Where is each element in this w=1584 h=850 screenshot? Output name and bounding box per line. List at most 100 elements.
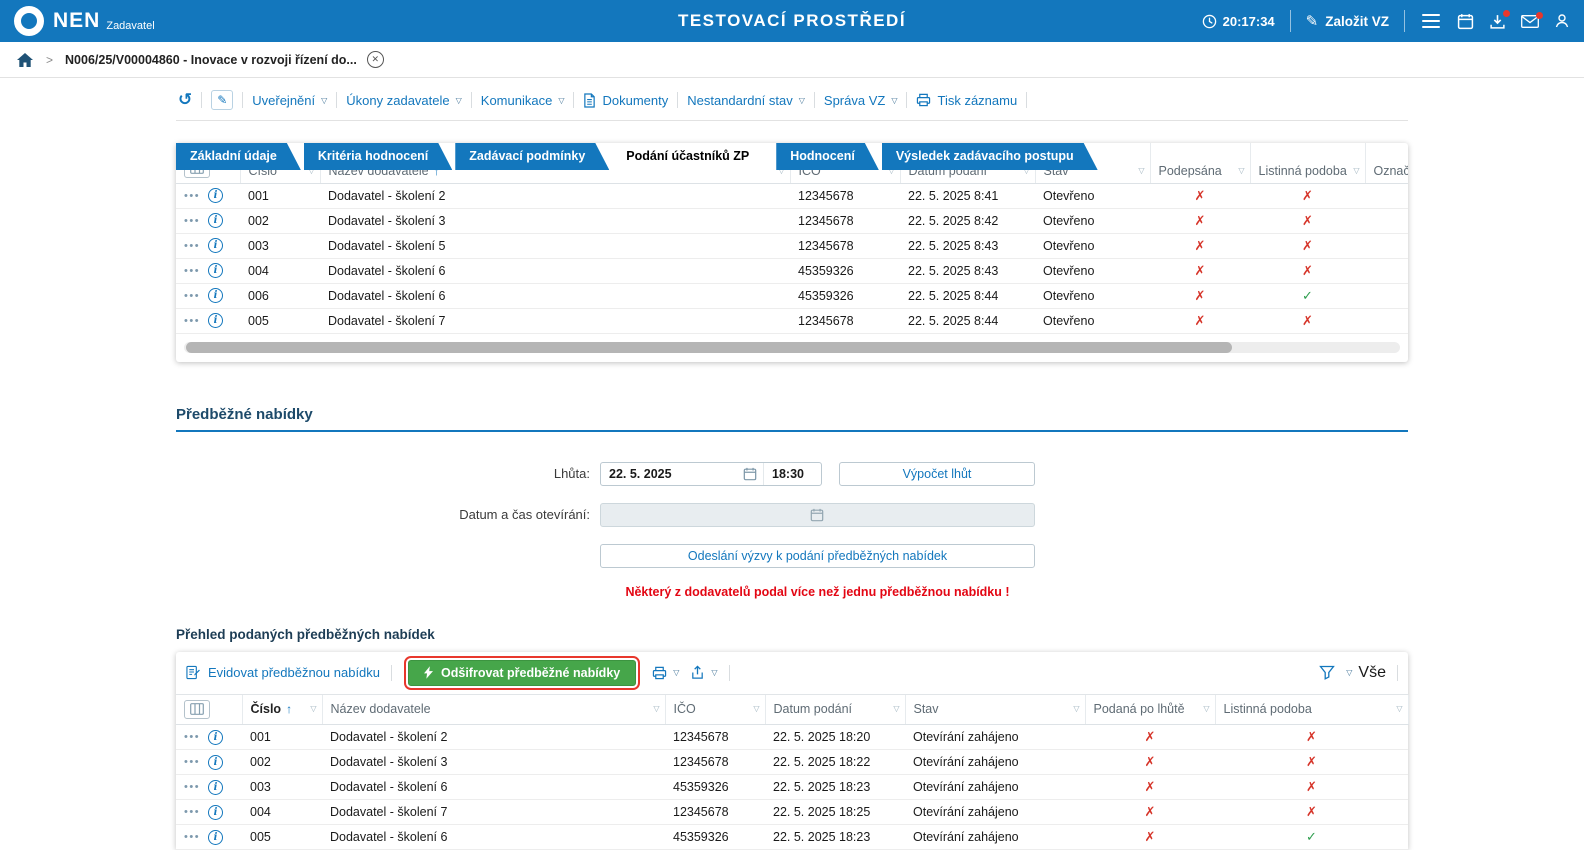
record-tab[interactable]: N006/25/V00004860 - Inovace v rozvoji ří… <box>65 51 384 68</box>
tab-kriteria-hodnoceni[interactable]: Kritéria hodnocení <box>304 143 452 170</box>
row-info-button[interactable]: i <box>208 263 223 278</box>
row-info-button[interactable]: i <box>208 755 223 770</box>
cell-podana-po-lhute: ✗ <box>1085 725 1215 750</box>
row-info-button[interactable]: i <box>208 730 223 745</box>
cell-datum: 22. 5. 2025 18:23 <box>765 825 905 850</box>
row-info-button[interactable]: i <box>208 188 223 203</box>
tab-hodnoceni[interactable]: Hodnocení <box>776 143 879 170</box>
row-menu-button[interactable]: ••• <box>184 832 200 842</box>
filter-caret-icon[interactable]: ▽ <box>1396 704 1402 713</box>
tab-zadavaci-podminky[interactable]: Zadávací podmínky <box>455 143 609 170</box>
row-menu-button[interactable]: ••• <box>184 757 200 767</box>
col-ico[interactable]: IČO▽ <box>665 695 765 725</box>
messages-button[interactable] <box>1521 15 1539 28</box>
calendar-icon <box>1457 13 1474 30</box>
cell-ico: 45359326 <box>665 825 765 850</box>
downloads-button[interactable] <box>1489 13 1506 30</box>
filter-caret-icon[interactable]: ▽ <box>1073 704 1079 713</box>
vypocet-lhut-button[interactable]: Výpočet lhůt <box>839 462 1035 486</box>
calendar-icon[interactable] <box>743 467 757 481</box>
filter-caret-icon[interactable]: ▽ <box>753 704 759 713</box>
horizontal-scrollbar[interactable] <box>184 342 1400 353</box>
cell-datum: 22. 5. 2025 8:41 <box>900 183 1035 208</box>
row-menu-button[interactable]: ••• <box>184 216 200 226</box>
menu-komunikace[interactable]: Komunikace▽ <box>481 93 565 108</box>
filter-caret-icon[interactable]: ▽ <box>310 704 316 713</box>
row-info-button[interactable]: i <box>208 213 223 228</box>
brand[interactable]: NEN Zadavatel <box>14 6 155 36</box>
row-info-button[interactable]: i <box>208 288 223 303</box>
cell-cislo: 005 <box>240 308 320 333</box>
filter-caret-icon[interactable]: ▽ <box>893 704 899 713</box>
row-menu-button[interactable]: ••• <box>184 291 200 301</box>
menu-ukony-zadavatele[interactable]: Úkony zadavatele▽ <box>346 93 462 108</box>
lightning-icon <box>424 666 433 679</box>
cell-cislo: 004 <box>242 800 322 825</box>
person-icon <box>1554 13 1570 29</box>
col-datum[interactable]: Datum podání▽ <box>765 695 905 725</box>
filter-caret-icon[interactable]: ▽ <box>653 704 659 713</box>
row-info-button[interactable]: i <box>208 313 223 328</box>
column-settings-button[interactable] <box>184 700 210 719</box>
home-icon <box>16 52 34 68</box>
oteviani-label: Datum a čas otevírání: <box>176 507 600 522</box>
filter-caret-icon[interactable]: ▽ <box>1203 704 1209 713</box>
lhuta-datetime-input[interactable]: 22. 5. 2025 18:30 <box>600 462 822 486</box>
col-cislo[interactable]: Číslo↑▽ <box>242 695 322 725</box>
col-podana-po-lhute[interactable]: Podaná po lhůtě▽ <box>1085 695 1215 725</box>
create-vz-button[interactable]: ✎ Založit VZ <box>1306 12 1389 30</box>
profile-button[interactable] <box>1554 13 1570 29</box>
cell-ico: 12345678 <box>790 233 900 258</box>
row-menu-button[interactable]: ••• <box>184 191 200 201</box>
row-menu-button[interactable]: ••• <box>184 732 200 742</box>
col-stav[interactable]: Stav▽ <box>905 695 1085 725</box>
cell-listinna: ✗ <box>1250 233 1365 258</box>
calendar-button[interactable] <box>1457 13 1474 30</box>
row-menu-button[interactable]: ••• <box>184 807 200 817</box>
col-listinna[interactable]: Listinná podoba▽ <box>1215 695 1408 725</box>
col-nazev[interactable]: Název dodavatele▽ <box>322 695 665 725</box>
menu-sprava-vz[interactable]: Správa VZ▽ <box>824 93 898 108</box>
cell-podana-po-lhute: ✗ <box>1085 800 1215 825</box>
col-settings[interactable] <box>176 695 242 725</box>
filter-button[interactable] <box>1319 665 1335 680</box>
tab-vysledek[interactable]: Výsledek zadávacího postupu <box>882 143 1098 170</box>
row-menu-button[interactable]: ••• <box>184 266 200 276</box>
cell-stav: Otevřeno <box>1035 233 1150 258</box>
row-info-button[interactable]: i <box>208 830 223 845</box>
prehled-toolbar: Evidovat předběžnou nabídku Odšifrovat p… <box>176 652 1408 695</box>
menu-dokumenty[interactable]: Dokumenty <box>583 93 668 108</box>
cell-podana-po-lhute: ✗ <box>1085 750 1215 775</box>
lhuta-time-value[interactable]: 18:30 <box>763 463 821 485</box>
scrollbar-thumb[interactable] <box>186 342 1232 353</box>
lhuta-date-value[interactable]: 22. 5. 2025 <box>601 467 743 481</box>
menu-button[interactable] <box>1420 12 1442 31</box>
edit-button[interactable]: ✎ <box>211 90 233 110</box>
record-tab-label: N006/25/V00004860 - Inovace v rozvoji ří… <box>65 53 357 67</box>
row-info-button[interactable]: i <box>208 780 223 795</box>
menu-uverejneni[interactable]: Uveřejnění▽ <box>252 93 327 108</box>
row-menu-button[interactable]: ••• <box>184 316 200 326</box>
odsifrovat-button[interactable]: Odšifrovat předběžné nabídky <box>408 660 636 686</box>
row-menu-button[interactable]: ••• <box>184 241 200 251</box>
export-button[interactable]: ▽ <box>690 665 717 680</box>
row-menu-button[interactable]: ••• <box>184 782 200 792</box>
print-list-button[interactable]: ▽ <box>652 666 679 680</box>
home-button[interactable] <box>16 52 34 68</box>
print-record-button[interactable]: Tisk záznamu <box>916 93 1017 108</box>
breadcrumb-chevron: > <box>46 53 53 67</box>
filter-preset-vse[interactable]: ▽ Vše <box>1346 664 1386 682</box>
cell-datum: 22. 5. 2025 18:22 <box>765 750 905 775</box>
row-info-button[interactable]: i <box>208 805 223 820</box>
row-info-button[interactable]: i <box>208 238 223 253</box>
pencil-icon: ✎ <box>217 93 227 107</box>
evidovat-nabidku-link[interactable]: Evidovat předběžnou nabídku <box>186 665 380 680</box>
tab-zakladni-udaje[interactable]: Základní údaje <box>176 143 301 170</box>
odeslani-vyzvy-button[interactable]: Odeslání výzvy k podání předběžných nabí… <box>600 544 1035 568</box>
history-button[interactable]: ↺ <box>178 90 192 110</box>
cell-cislo: 004 <box>240 258 320 283</box>
tab-podani-ucastniku-zp[interactable]: Podání účastníků ZP <box>612 143 773 170</box>
close-tab-button[interactable]: ✕ <box>367 51 384 68</box>
menu-nestandardni-stav[interactable]: Nestandardní stav▽ <box>687 93 805 108</box>
podani-table-panel: Číslo▽ Název dodavatele↑▽ IČO▽ Datum pod… <box>176 143 1408 362</box>
